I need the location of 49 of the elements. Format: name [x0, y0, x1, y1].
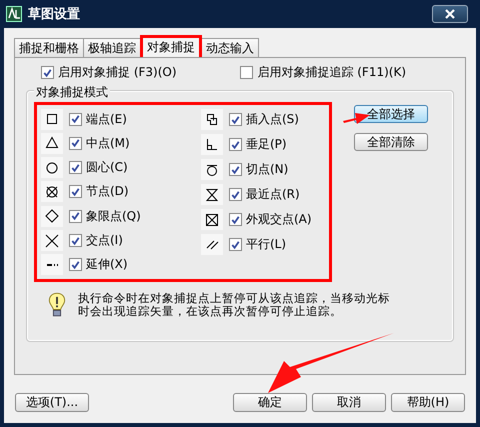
checkbox[interactable]	[69, 258, 82, 272]
checkbox-label: 平行(L)	[246, 236, 286, 253]
checkbox[interactable]	[69, 136, 82, 150]
checkbox-label: 中点(M)	[86, 134, 130, 152]
checkbox-label: 外观交点(A)	[246, 211, 312, 228]
options-button[interactable]: 选项(T)...	[15, 393, 89, 412]
checkbox-label: 启用对象捕捉 (F3)(O)	[58, 64, 177, 81]
checkbox-label: 启用对象捕捉追踪 (F11)(K)	[257, 64, 406, 81]
checkbox[interactable]	[69, 161, 82, 174]
hint-text: 执行命令时在对象捕捉点上暂停可从该点追踪，当移动光标时会出现追踪矢量，在该点再次暂停可停止追踪。	[78, 292, 391, 318]
group-title: 对象捕捉模式	[34, 84, 110, 101]
checkbox-label: 象限点(Q)	[86, 208, 141, 225]
checkbox-label: 垂足(P)	[246, 136, 287, 153]
dialog-button[interactable]: 取消	[312, 393, 386, 412]
checkbox-label: 交点(I)	[86, 232, 123, 250]
tab[interactable]: 捕捉和栅格	[14, 38, 84, 57]
checkbox[interactable]	[229, 138, 242, 151]
checkbox-label: 节点(D)	[86, 183, 129, 200]
checkbox[interactable]	[69, 234, 82, 248]
close-icon	[445, 9, 455, 19]
dialog-button[interactable]: 确定	[233, 393, 307, 412]
checkbox-label: 切点(N)	[246, 161, 288, 178]
select-all-button[interactable]: 全部清除	[354, 133, 428, 151]
dashed-line-icon	[46, 262, 58, 267]
checkbox-label: 延伸(X)	[86, 256, 128, 274]
checkbox-label: 圆心(C)	[86, 159, 128, 176]
checkbox[interactable]	[69, 112, 82, 126]
tab[interactable]: 动态输入	[201, 38, 259, 57]
checkbox-label: 端点(E)	[86, 110, 127, 128]
dialog-button[interactable]: 帮助(H)	[391, 393, 465, 412]
checkbox-label: 插入点(S)	[246, 111, 299, 128]
checkbox[interactable]	[69, 185, 82, 198]
select-all-button[interactable]: 全部选择	[354, 105, 428, 123]
tab[interactable]: 对象捕捉	[140, 35, 202, 57]
checkbox[interactable]	[240, 66, 254, 79]
checkbox[interactable]	[229, 188, 242, 201]
checkbox[interactable]	[229, 213, 242, 226]
slash-pair-icon	[206, 240, 218, 250]
checkbox[interactable]	[229, 238, 242, 251]
checkbox[interactable]	[229, 113, 242, 126]
app-icon	[6, 6, 22, 22]
checkbox[interactable]	[69, 210, 82, 223]
window-title: 草图设置	[28, 6, 81, 23]
close-button[interactable]	[432, 5, 468, 23]
checkbox[interactable]	[229, 163, 242, 176]
lightbulb-icon	[48, 292, 66, 318]
tab[interactable]: 极轴追踪	[83, 38, 141, 57]
checkbox-label: 最近点(R)	[246, 186, 300, 203]
checkbox[interactable]	[41, 66, 54, 79]
